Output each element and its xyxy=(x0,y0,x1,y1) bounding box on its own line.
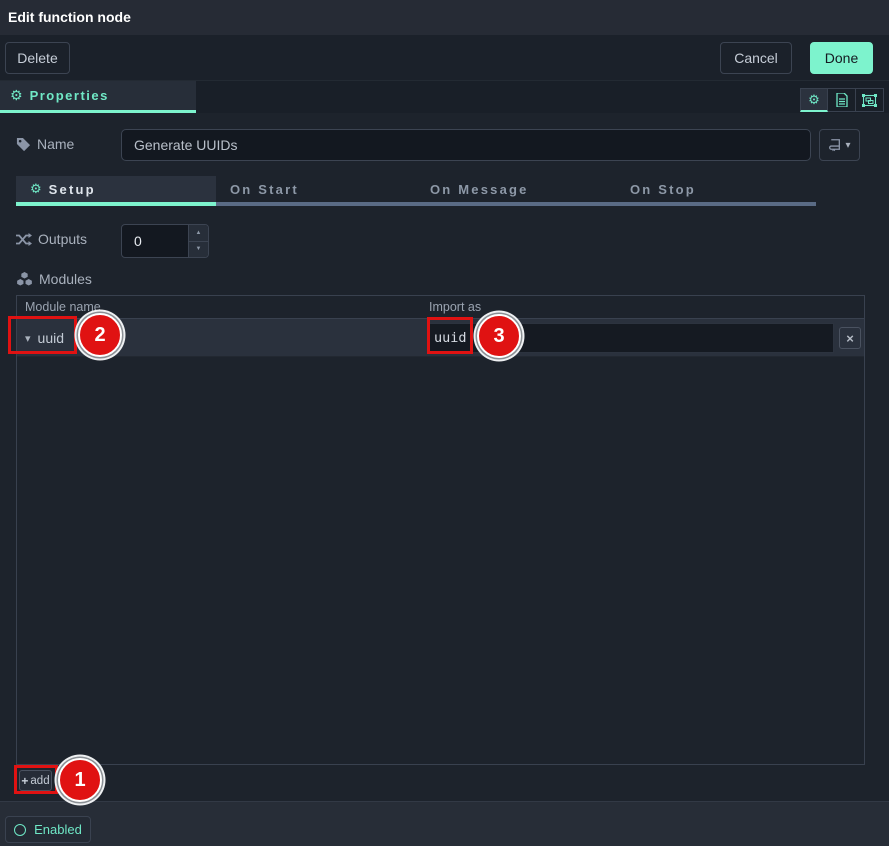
name-label: Name xyxy=(37,136,74,152)
tab-properties[interactable]: ⚙ Properties xyxy=(0,81,196,113)
modules-table-header: Module name Import as xyxy=(17,296,864,319)
close-icon: × xyxy=(846,332,854,345)
tab-setup[interactable]: ⚙ Setup xyxy=(16,176,216,206)
modules-table: Module name Import as ▾ uuid × xyxy=(16,295,865,765)
status-circle-icon xyxy=(14,824,26,836)
outputs-label: Outputs xyxy=(38,231,87,247)
dialog-body: Name ▾ ⚙ Setup On Start On Message On St… xyxy=(0,113,889,801)
spinner-down-button[interactable]: ▼ xyxy=(189,242,208,258)
tag-icon xyxy=(16,137,31,152)
remove-module-button[interactable]: × xyxy=(839,327,861,349)
spinner-buttons: ▲ ▼ xyxy=(188,225,208,257)
module-name-value: uuid xyxy=(38,330,64,346)
cubes-icon xyxy=(16,272,33,286)
appearance-view-button[interactable] xyxy=(856,88,884,112)
chevron-down-icon: ▾ xyxy=(845,140,850,151)
tab-on-stop[interactable]: On Stop xyxy=(616,176,816,206)
add-button-label: add xyxy=(30,775,49,787)
enabled-toggle-button[interactable]: Enabled xyxy=(5,816,91,843)
column-module-name: Module name xyxy=(25,300,101,314)
editor-view-switcher: ⚙ xyxy=(800,88,884,112)
edit-function-node-dialog: Edit function node Delete Cancel Done ⚙ … xyxy=(0,0,889,846)
properties-tab-label: Properties xyxy=(30,88,109,103)
name-input[interactable] xyxy=(121,129,811,161)
cancel-button[interactable]: Cancel xyxy=(720,42,792,74)
enabled-label: Enabled xyxy=(34,822,82,837)
tab-on-stop-label: On Stop xyxy=(630,182,696,197)
add-module-button[interactable]: + add xyxy=(19,770,52,791)
outputs-input[interactable] xyxy=(122,225,188,257)
book-icon xyxy=(828,139,841,152)
module-name-dropdown[interactable]: ▾ uuid xyxy=(25,319,64,357)
description-view-button[interactable] xyxy=(828,88,856,112)
arrow-down-icon: ▼ xyxy=(196,246,202,252)
column-import-as: Import as xyxy=(429,300,481,314)
modules-section-label: Modules xyxy=(16,271,92,287)
gear-icon: ⚙ xyxy=(10,87,23,104)
dialog-footer: Enabled xyxy=(0,801,889,846)
spinner-up-button[interactable]: ▲ xyxy=(189,225,208,242)
dialog-title: Edit function node xyxy=(8,0,131,35)
gear-icon: ⚙ xyxy=(808,92,820,108)
tab-on-start-label: On Start xyxy=(230,182,299,197)
tab-on-message-label: On Message xyxy=(430,182,529,197)
modules-label: Modules xyxy=(39,271,92,287)
tab-on-message[interactable]: On Message xyxy=(416,176,616,206)
plus-icon: + xyxy=(21,774,28,788)
name-field-row: Name xyxy=(16,136,74,152)
object-group-icon xyxy=(862,94,877,107)
delete-button[interactable]: Delete xyxy=(5,42,70,74)
properties-strip: ⚙ Properties ⚙ xyxy=(0,81,889,113)
import-as-input[interactable] xyxy=(428,323,834,353)
dialog-titlebar: Edit function node xyxy=(0,0,889,35)
tab-on-start[interactable]: On Start xyxy=(216,176,416,206)
caret-down-icon: ▾ xyxy=(25,332,31,345)
tab-setup-label: Setup xyxy=(49,182,96,197)
done-button[interactable]: Done xyxy=(810,42,873,74)
outputs-field-row: Outputs xyxy=(16,231,87,247)
file-lines-icon xyxy=(836,93,848,107)
label-style-dropdown-button[interactable]: ▾ xyxy=(819,129,860,161)
shuffle-icon xyxy=(16,233,32,246)
outputs-spinner: ▲ ▼ xyxy=(121,224,209,258)
dialog-toolbar: Delete Cancel Done xyxy=(0,35,889,81)
module-table-row: ▾ uuid × xyxy=(17,319,864,357)
arrow-up-icon: ▲ xyxy=(196,230,202,236)
gear-icon: ⚙ xyxy=(30,181,42,197)
properties-view-button[interactable]: ⚙ xyxy=(800,88,828,112)
function-tab-bar: ⚙ Setup On Start On Message On Stop xyxy=(16,176,817,206)
